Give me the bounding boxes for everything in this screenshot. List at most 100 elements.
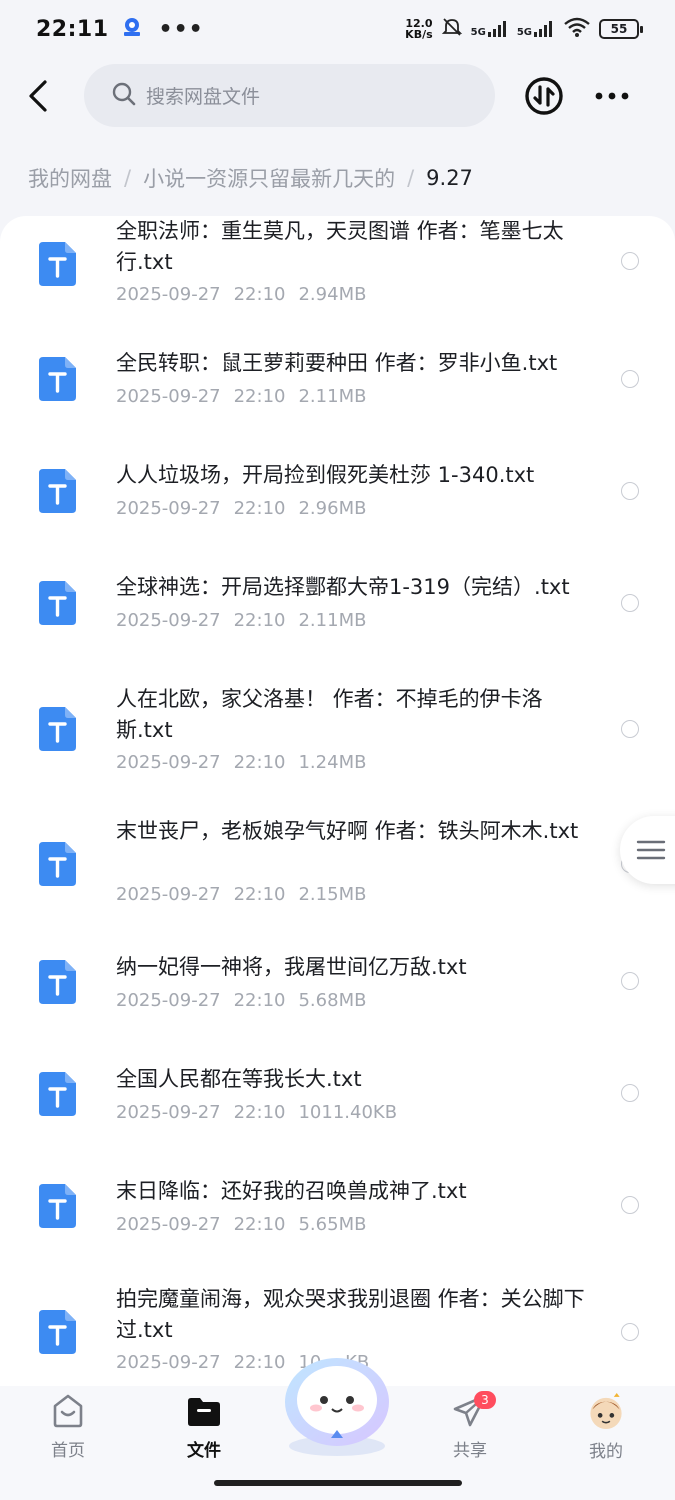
file-size: 5.65MB [298,1214,367,1235]
file-meta: 2025-09-27 22:10 2.94MB [116,284,366,305]
file-name: 全国人民都在等我长大.txt [116,1067,362,1091]
file-size: 2.94MB [298,284,367,305]
file-meta: 2025-09-27 22:10 5.65MB [116,1214,366,1235]
back-button[interactable] [18,74,58,118]
file-size: 2.96MB [298,498,367,519]
file-row[interactable]: 人在北欧，家父洛基！ 作者：不掉毛的伊卡洛斯.txt 2025-09-27 22:1… [0,670,675,790]
mascot-icon [285,1358,389,1456]
file-date: 2025-09-27 [116,610,221,631]
file-list: 全职法师：重生莫凡，天灵图谱 作者：笔墨七太行.txt 2025-09-27 22:… [0,216,675,1386]
transfer-icon [525,77,563,115]
nav-item-share[interactable]: 3 共享 [430,1391,510,1462]
folder-icon [188,1398,220,1426]
status-more-dots: ••• [158,16,204,42]
txt-file-icon [39,842,76,886]
file-name: 人在北欧，家父洛基！ 作者：不掉毛的伊卡洛斯.txt [116,687,543,742]
net-speed: 12.0 KB/s [405,17,433,41]
signal-icon-2: 5G [517,20,555,38]
file-name: 全球神选：开局选择酆都大帝1-319（完结）.txt [116,575,570,599]
nav-item-files[interactable]: 文件 [164,1392,244,1462]
share-badge: 3 [474,1391,496,1409]
file-select-radio[interactable] [621,370,639,388]
file-select-radio[interactable] [621,482,639,500]
file-time: 22:10 [233,1214,286,1235]
file-row[interactable]: 全球神选：开局选择酆都大帝1-319（完结）.txt 2025-09-27 22:1… [0,558,675,678]
file-meta: 2025-09-27 22:10 1011.40KB [116,1102,397,1123]
signal-icon: 5G [471,20,509,38]
file-meta: 2025-09-27 22:10 2.96MB [116,498,366,519]
back-arrow-icon [29,80,47,112]
breadcrumb-separator: / [407,166,415,190]
file-row[interactable]: 末日降临：还好我的召唤兽成神了.txt 2025-09-27 22:10 5.65MB [0,1168,675,1288]
top-header: 搜索网盘文件 [0,62,675,130]
breadcrumb-current: 9.27 [426,166,473,190]
file-select-radio[interactable] [621,1196,639,1214]
file-row[interactable]: 人人垃圾场，开局捡到假死美杜莎 1-340.txt 2025-09-27 22:10… [0,446,675,566]
file-name: 人人垃圾场，开局捡到假死美杜莎 1-340.txt [116,463,535,487]
file-meta: 2025-09-27 22:10 2.15MB [116,884,366,905]
txt-file-icon [39,1072,76,1116]
file-meta: 2025-09-27 22:10 2.11MB [116,610,366,631]
assistant-mascot-button[interactable] [276,1350,398,1458]
file-row[interactable]: 纳一妃得一神将，我屠世间亿万敌.txt 2025-09-27 22:10 5.68MB [0,944,675,1064]
file-size: 5.68MB [298,990,367,1011]
file-date: 2025-09-27 [116,284,221,305]
file-row[interactable]: 全职法师：重生莫凡，天灵图谱 作者：笔墨七太行.txt 2025-09-27 22:… [0,216,675,336]
file-time: 22:10 [233,284,286,305]
transfer-button[interactable] [524,76,564,116]
mute-icon [441,16,463,42]
file-select-radio[interactable] [621,972,639,990]
file-name: 末世丧尸，老板娘孕气好啊 作者：铁头阿木木.txt [116,819,579,843]
nav-item-me[interactable]: 我的 [566,1392,646,1462]
file-select-radio[interactable] [621,594,639,612]
txt-file-icon [39,1184,76,1228]
file-row[interactable]: 末世丧尸，老板娘孕气好啊 作者：铁头阿木木.txt 2025-09-27 22:10… [0,812,675,932]
file-size: 1011.40KB [298,1102,398,1123]
file-date: 2025-09-27 [116,386,221,407]
file-select-radio[interactable] [621,720,639,738]
menu-lines-icon [636,840,666,860]
file-date: 2025-09-27 [116,990,221,1011]
file-row[interactable]: 全民转职：鼠王萝莉要种田 作者：罗非小鱼.txt 2025-09-27 22:10 2… [0,334,675,454]
breadcrumb-item-folder[interactable]: 小说一资源只留最新几天的 [143,163,395,193]
status-time: 22:11 [36,16,109,42]
file-meta: 2025-09-27 22:10 5.68MB [116,990,366,1011]
file-date: 2025-09-27 [116,1352,221,1373]
file-date: 2025-09-27 [116,884,221,905]
file-size: 2.15MB [298,884,367,905]
file-time: 22:10 [233,386,286,407]
txt-file-icon [39,581,76,625]
file-date: 2025-09-27 [116,752,221,773]
file-date: 2025-09-27 [116,1102,221,1123]
txt-file-icon [39,1310,76,1354]
search-bar[interactable]: 搜索网盘文件 [84,64,495,127]
file-meta: 2025-09-27 22:10 2.11MB [116,386,366,407]
breadcrumb-separator: / [124,166,132,190]
file-time: 22:10 [233,752,286,773]
file-size: 2.11MB [298,386,367,407]
txt-file-icon [39,242,76,286]
more-options-button[interactable] [592,80,632,112]
file-size: 1.24MB [298,752,367,773]
file-date: 2025-09-27 [116,498,221,519]
file-time: 22:10 [233,884,286,905]
file-time: 22:10 [233,1102,286,1123]
txt-file-icon [39,357,76,401]
file-name: 末日降临：还好我的召唤兽成神了.txt [116,1179,467,1203]
file-select-radio[interactable] [621,1084,639,1102]
home-icon [53,1394,83,1428]
file-name: 拍完魔童闹海，观众哭求我别退圈 作者：关公脚下过.txt [116,1287,585,1342]
breadcrumb: 我的网盘 / 小说一资源只留最新几天的 / 9.27 [28,160,473,196]
file-select-radio[interactable] [621,252,639,270]
breadcrumb-item-root[interactable]: 我的网盘 [28,163,112,193]
avatar-icon [590,1392,622,1430]
file-size: 2.11MB [298,610,367,631]
more-dots-icon [595,92,629,100]
txt-file-icon [39,960,76,1004]
file-row[interactable]: 全国人民都在等我长大.txt 2025-09-27 22:10 1011.40KB [0,1056,675,1176]
file-select-radio[interactable] [621,1323,639,1341]
nav-item-home[interactable]: 首页 [28,1392,108,1462]
file-meta: 2025-09-27 22:10 1.24MB [116,752,366,773]
file-time: 22:10 [233,990,286,1011]
home-indicator [214,1480,462,1486]
